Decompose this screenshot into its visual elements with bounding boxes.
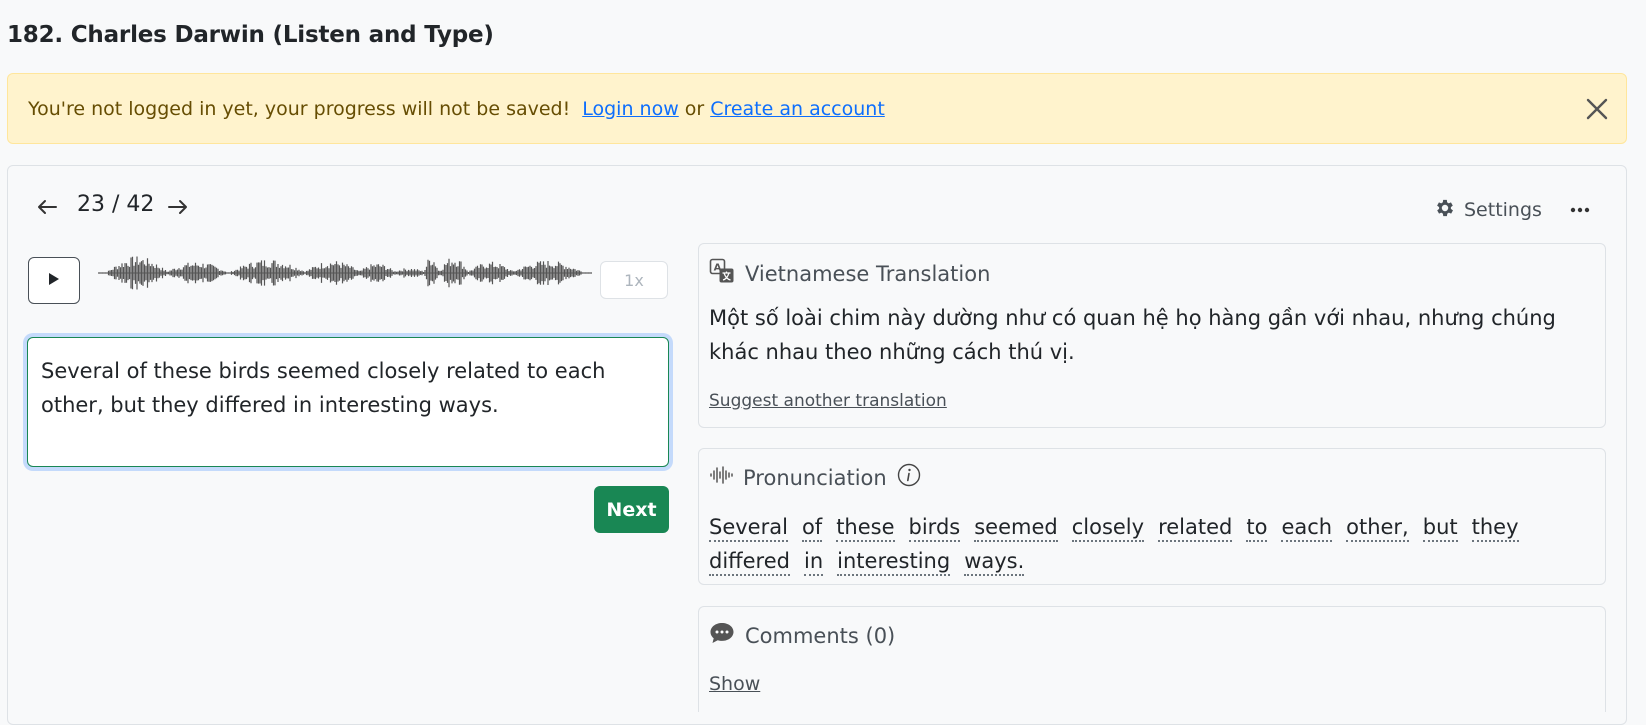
alert-message: You're not logged in yet, your progress … — [28, 97, 571, 120]
arrow-left-icon[interactable] — [33, 193, 61, 221]
pronunciation-word[interactable]: in — [803, 548, 824, 576]
pronunciation-word[interactable]: birds — [908, 514, 961, 542]
suggest-translation-link[interactable]: Suggest another translation — [709, 391, 947, 411]
playback-speed-button[interactable]: 1x — [600, 261, 668, 299]
pronunciation-word[interactable]: of — [801, 514, 823, 542]
pronunciation-word[interactable]: but — [1422, 514, 1458, 542]
pronunciation-word[interactable]: differed — [709, 548, 790, 576]
chat-bubble-icon — [709, 621, 735, 650]
translation-text: Một số loài chim này dường như có quan h… — [709, 306, 1556, 364]
arrow-right-icon[interactable] — [164, 193, 192, 221]
audio-waves-icon — [709, 465, 733, 490]
pronunciation-word[interactable]: each — [1281, 514, 1333, 542]
audio-waveform[interactable] — [98, 242, 592, 304]
pronunciation-word[interactable]: other, — [1346, 514, 1409, 542]
pronunciation-word[interactable]: seemed — [974, 514, 1058, 542]
comments-panel: Comments (0) Show — [698, 606, 1606, 712]
translation-panel: A Vietnamese Translation Một số loài chi… — [698, 243, 1606, 428]
gear-icon — [1434, 197, 1456, 224]
play-icon — [48, 271, 60, 290]
pronunciation-word[interactable]: to — [1246, 514, 1268, 542]
translate-icon: A — [709, 258, 735, 289]
pronunciation-word[interactable]: Several — [709, 514, 788, 542]
pronunciation-words: Several of these birds seemed closely related t… — [709, 510, 1539, 578]
login-link[interactable]: Login now — [582, 98, 679, 120]
play-button[interactable] — [28, 257, 80, 304]
show-comments-link[interactable]: Show — [709, 673, 760, 695]
answer-input[interactable] — [27, 337, 669, 467]
alert-separator: or — [684, 97, 705, 120]
pronunciation-word[interactable]: related — [1158, 514, 1233, 542]
pronunciation-title: Pronunciation — [743, 465, 887, 490]
settings-button[interactable]: Settings — [1434, 196, 1542, 224]
next-button[interactable]: Next — [594, 486, 669, 533]
pronunciation-word[interactable]: closely — [1071, 514, 1145, 542]
settings-label: Settings — [1464, 199, 1542, 221]
sentence-counter: 23 / 42 — [77, 192, 155, 217]
info-icon[interactable] — [897, 463, 921, 492]
more-horizontal-icon[interactable] — [1566, 196, 1594, 224]
translation-title: Vietnamese Translation — [745, 261, 991, 286]
pronunciation-word[interactable]: interesting — [837, 548, 951, 576]
pronunciation-panel: Pronunciation Several of these birds seemed c… — [698, 448, 1606, 585]
pronunciation-word[interactable]: ways. — [964, 548, 1025, 576]
pronunciation-word[interactable]: they — [1471, 514, 1519, 542]
login-alert: You're not logged in yet, your progress … — [7, 73, 1627, 144]
pronunciation-word[interactable]: these — [836, 514, 895, 542]
close-icon[interactable] — [1584, 96, 1610, 122]
comments-title: Comments (0) — [745, 623, 896, 648]
create-account-link[interactable]: Create an account — [710, 98, 885, 120]
page-title: 182. Charles Darwin (Listen and Type) — [7, 22, 494, 48]
